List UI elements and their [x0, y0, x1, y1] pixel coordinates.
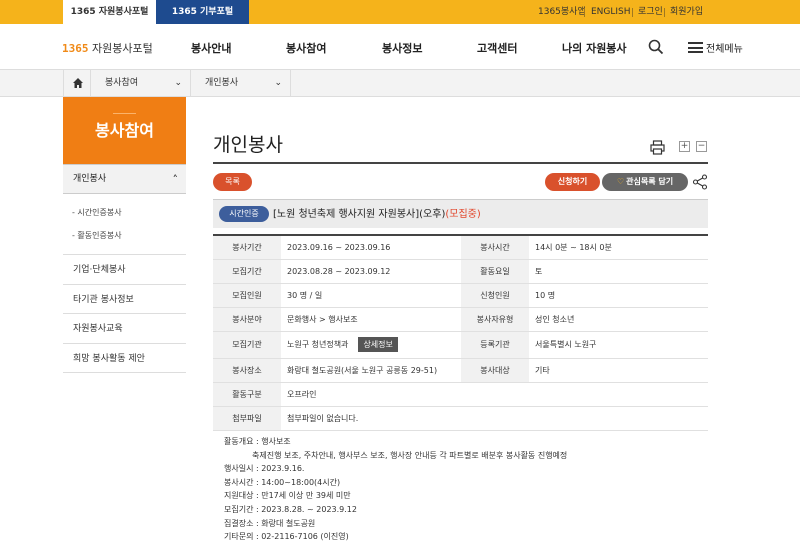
page-title: 개인봉사	[213, 134, 283, 156]
breadcrumb-depth1[interactable]: 봉사참여 ⌄	[91, 70, 191, 97]
all-menu-button[interactable]: 전체메뉴	[688, 40, 743, 55]
chevron-down-icon: ⌄	[174, 78, 182, 88]
sidebar-title: 봉사참여	[95, 121, 154, 140]
sidebar-item-education[interactable]: 자원봉사교육	[63, 313, 186, 343]
detail-info-button[interactable]: 상세정보	[358, 337, 398, 352]
sidebar-subitem-time[interactable]: - 시간인증봉사	[72, 207, 122, 218]
table-row: 모집기관 노원구 청년정책과 상세정보 등록기관 서울특별시 노원구	[213, 331, 708, 359]
table-header: 등록기관	[461, 331, 529, 359]
description-line: 활동개요 : 행사보조	[224, 437, 291, 446]
table-row: 봉사장소 화랑대 철도공원(서울 노원구 공릉동 29-51) 봉사대상 기타	[213, 358, 708, 383]
table-cell: 오프라인	[281, 382, 708, 407]
util-link-english[interactable]: ENGLISH	[591, 0, 631, 24]
description-line: 봉사시간 : 14:00~18:00(4시간)	[224, 477, 341, 487]
status-badge: 시간인증	[219, 206, 269, 222]
table-cell: 문화행사 > 행사보조	[281, 307, 461, 332]
util-link-login[interactable]: 로그인	[638, 0, 663, 24]
print-icon[interactable]	[650, 140, 665, 155]
menu-participate[interactable]: 봉사참여	[286, 40, 326, 56]
table-header: 봉사시간	[461, 235, 529, 260]
description-line: 행사일시 : 2023.9.16.	[224, 464, 305, 474]
util-separator	[584, 8, 585, 17]
util-link-signup[interactable]: 회원가입	[670, 0, 703, 24]
table-row: 첨부파일 첨부파일이 없습니다.	[213, 406, 708, 431]
table-cell: 토	[529, 259, 708, 284]
home-button[interactable]	[63, 70, 91, 97]
table-cell: 2023.09.16 ~ 2023.09.16	[281, 235, 461, 260]
sidebar-item-corporate[interactable]: 기업·단체봉사	[63, 254, 186, 284]
table-header: 첨부파일	[213, 406, 281, 431]
add-favorite-button[interactable]: ♡ 관심목록 담기	[602, 173, 688, 191]
table-header: 봉사자유형	[461, 307, 529, 332]
table-row: 모집인원 30 명 / 일 신청인원 10 명	[213, 283, 708, 308]
search-icon[interactable]	[648, 39, 664, 55]
global-nav: 1365 자원봉사포털 봉사안내 봉사참여 봉사정보 고객센터 나의 자원봉사 …	[0, 24, 800, 70]
description-line: 기타문의 : 02-2116-7106 (이진영)	[224, 532, 349, 542]
item-title: [노원 청년축제 행사지원 자원봉사](오후)(모집중)	[273, 209, 481, 220]
util-link-app[interactable]: 1365봉사앱	[538, 0, 586, 24]
breadcrumb-depth2[interactable]: 개인봉사 ⌄	[191, 70, 291, 97]
location-bar: 봉사참여 ⌄ 개인봉사 ⌄	[0, 70, 800, 97]
table-header: 모집기간	[213, 259, 281, 284]
table-cell: 화랑대 철도공원(서울 노원구 공릉동 29-51)	[281, 358, 461, 383]
recruit-status: (모집중)	[445, 209, 481, 220]
table-cell: 2023.08.28 ~ 2023.09.12	[281, 259, 461, 284]
table-header: 모집인원	[213, 283, 281, 308]
table-header: 봉사장소	[213, 358, 281, 383]
home-icon	[73, 78, 83, 88]
sidebar-item-proposal[interactable]: 희망 봉사활동 제안	[63, 343, 186, 373]
util-separator	[632, 8, 633, 17]
table-header: 활동구분	[213, 382, 281, 407]
util-separator	[664, 8, 665, 17]
sidebar-header: 봉사참여	[63, 97, 186, 164]
divider	[213, 162, 708, 164]
table-row: 활동구분 오프라인	[213, 382, 708, 407]
table-row: 봉사분야 문화행사 > 행사보조 봉사자유형 성인 청소년	[213, 307, 708, 332]
site-logo[interactable]: 1365 자원봉사포털	[62, 40, 153, 56]
info-table: 봉사기간 2023.09.16 ~ 2023.09.16 봉사시간 14시 0분…	[213, 234, 708, 431]
zoom-in-button[interactable]: +	[679, 141, 690, 152]
hamburger-icon	[688, 42, 703, 53]
tab-donation-portal[interactable]: 1365 기부포털	[156, 0, 249, 24]
list-button[interactable]: 목록	[213, 173, 252, 191]
share-icon[interactable]	[692, 174, 708, 190]
divider	[113, 113, 136, 114]
table-cell: 14시 0분 ~ 18시 0분	[529, 235, 708, 260]
table-cell: 성인 청소년	[529, 307, 708, 332]
table-header: 모집기관	[213, 331, 281, 359]
chevron-down-icon: ⌄	[274, 78, 282, 88]
sidebar-item-personal[interactable]: 개인봉사 ˄	[63, 164, 186, 194]
menu-my-volunteer[interactable]: 나의 자원봉사	[562, 40, 627, 56]
table-cell: 10 명	[529, 283, 708, 308]
item-header: 시간인증 [노원 청년축제 행사지원 자원봉사](오후)(모집중)	[213, 199, 708, 228]
table-cell: 기타	[529, 358, 708, 383]
table-cell: 서울특별시 노원구	[529, 331, 708, 359]
apply-button[interactable]: 신청하기	[545, 173, 600, 191]
table-cell: 30 명 / 일	[281, 283, 461, 308]
table-header: 봉사기간	[213, 235, 281, 260]
table-row: 모집기간 2023.08.28 ~ 2023.09.12 활동요일 토	[213, 259, 708, 284]
description-line: 모집기간 : 2023.8.28. ~ 2023.9.12	[224, 504, 357, 514]
menu-guide[interactable]: 봉사안내	[191, 40, 231, 56]
description-line: 집결장소 : 화랑대 철도공원	[224, 518, 316, 528]
table-cell: 노원구 청년정책과 상세정보	[281, 331, 461, 359]
heart-icon: ♡	[616, 177, 625, 186]
description: 활동개요 : 행사보조 축제진행 보조, 주차안내, 행사부스 보조, 행사장 …	[224, 435, 567, 544]
table-header: 봉사대상	[461, 358, 529, 383]
table-header: 활동요일	[461, 259, 529, 284]
tab-volunteer-portal[interactable]: 1365 자원봉사포털	[63, 0, 156, 24]
table-header: 신청인원	[461, 283, 529, 308]
zoom-out-button[interactable]: −	[696, 141, 707, 152]
description-line: 축제진행 보조, 주차안내, 행사부스 보조, 행사장 안내등 각 파트별로 배…	[252, 450, 568, 460]
table-cell: 첨부파일이 없습니다.	[281, 406, 708, 431]
table-row: 봉사기간 2023.09.16 ~ 2023.09.16 봉사시간 14시 0분…	[213, 235, 708, 260]
sidebar-item-other-agency[interactable]: 타기관 봉사정보	[63, 284, 186, 314]
divider	[63, 372, 186, 373]
chevron-up-icon: ˄	[172, 173, 179, 186]
menu-support[interactable]: 고객센터	[477, 40, 517, 56]
table-header: 봉사분야	[213, 307, 281, 332]
description-line: 지원대상 : 만17세 이상 만 39세 미만	[224, 491, 351, 501]
sidebar-subitem-activity[interactable]: - 활동인증봉사	[72, 230, 122, 241]
menu-info[interactable]: 봉사정보	[382, 40, 422, 56]
